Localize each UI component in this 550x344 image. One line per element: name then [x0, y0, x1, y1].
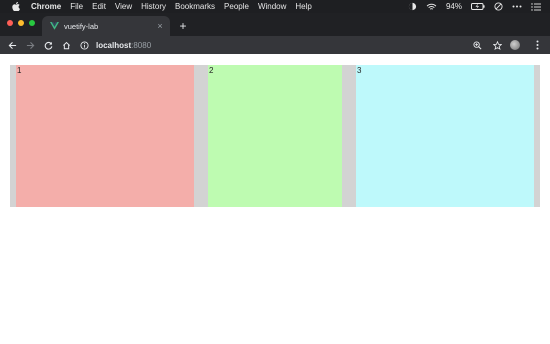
macos-menu-bar: Chrome File Edit View History Bookmarks … — [0, 0, 550, 13]
browser-toolbar: localhost:8080 — [0, 36, 550, 54]
menu-app-name[interactable]: Chrome — [31, 0, 61, 13]
star-icon[interactable] — [490, 38, 504, 52]
url-host: localhost — [96, 40, 132, 50]
home-icon[interactable] — [59, 38, 73, 52]
new-tab-button[interactable]: + — [176, 19, 190, 33]
menu-bookmarks[interactable]: Bookmarks — [175, 0, 215, 13]
zoom-icon[interactable] — [470, 38, 484, 52]
notification-center-icon[interactable] — [531, 2, 541, 11]
window-maximize-button[interactable] — [29, 20, 35, 26]
menu-file[interactable]: File — [70, 0, 83, 13]
page-viewport: 1 2 3 — [0, 54, 550, 344]
battery-icon[interactable] — [471, 3, 485, 10]
forward-arrow-icon[interactable] — [23, 38, 37, 52]
menu-history[interactable]: History — [141, 0, 166, 13]
url-port: :8080 — [131, 40, 152, 50]
active-tab[interactable]: vuetify-lab × — [42, 16, 170, 36]
menu-window[interactable]: Window — [258, 0, 286, 13]
chrome-menu-icon[interactable] — [530, 38, 544, 52]
toolbar-actions — [470, 36, 550, 54]
menu-people[interactable]: People — [224, 0, 249, 13]
window-close-button[interactable] — [7, 20, 13, 26]
info-icon[interactable] — [80, 40, 90, 50]
grid-cell-label: 3 — [357, 66, 362, 75]
grid-row: 1 2 3 — [10, 65, 540, 207]
tab-close-icon[interactable]: × — [155, 21, 165, 31]
profile-avatar[interactable] — [510, 40, 520, 50]
grid-cell-label: 1 — [17, 66, 22, 75]
tab-title: vuetify-lab — [64, 21, 99, 31]
browser-tab-strip: vuetify-lab × + — [0, 13, 550, 36]
address-bar[interactable]: localhost:8080 — [76, 38, 472, 52]
theme-toggle-icon[interactable] — [408, 2, 417, 11]
wifi-icon[interactable] — [426, 3, 437, 11]
more-dots-icon[interactable] — [512, 5, 522, 8]
do-not-disturb-icon[interactable] — [494, 2, 503, 11]
menu-help[interactable]: Help — [295, 0, 311, 13]
grid-cell-3: 3 — [356, 65, 534, 207]
menubar-status-area: 94% — [408, 0, 550, 13]
apple-icon[interactable] — [11, 2, 21, 12]
menu-edit[interactable]: Edit — [92, 0, 106, 13]
grid-cell-1: 1 — [16, 65, 194, 207]
back-arrow-icon[interactable] — [5, 38, 19, 52]
window-minimize-button[interactable] — [18, 20, 24, 26]
reload-icon[interactable] — [41, 38, 55, 52]
vue-logo-icon — [50, 22, 59, 31]
grid-cell-2: 2 — [208, 65, 342, 207]
grid-cell-label: 2 — [209, 66, 214, 75]
battery-percent: 94% — [445, 2, 462, 11]
menu-view[interactable]: View — [115, 0, 132, 13]
